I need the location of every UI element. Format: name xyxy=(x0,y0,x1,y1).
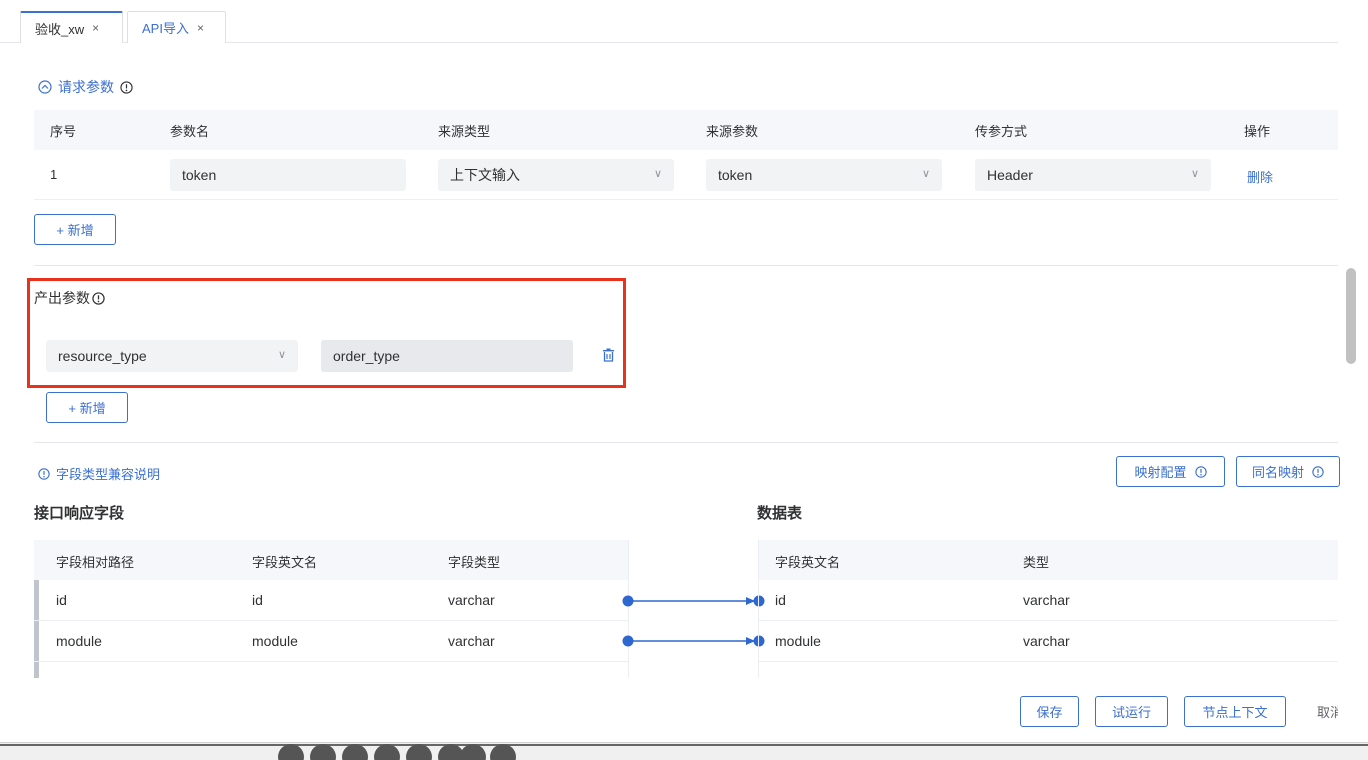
delete-link[interactable]: 删除 xyxy=(1247,167,1273,186)
header-action: 操作 xyxy=(1244,123,1271,139)
tab-label: API导入 xyxy=(142,21,189,36)
request-params-table: 序号 参数名 来源类型 来源参数 传参方式 操作 1 token 上下文输入 ∨ … xyxy=(34,110,1338,200)
header-pass-method: 传参方式 xyxy=(975,123,1028,139)
cell-type: varchar xyxy=(448,592,495,608)
cell-path: id xyxy=(56,592,67,608)
data-table: 字段英文名 类型 id varchar module varchar xyxy=(758,540,1338,678)
param-name-input[interactable]: token xyxy=(170,159,406,191)
scrollbar-track[interactable] xyxy=(1338,0,1368,742)
table-row: 1 token 上下文输入 ∨ token ∨ Header ∨ 删除 xyxy=(34,150,1338,200)
cell-name: id xyxy=(775,592,786,608)
pass-method-select[interactable]: Header ∨ xyxy=(975,159,1211,191)
header-en-name: 字段英文名 xyxy=(775,555,841,570)
mapping-config-button[interactable]: 映射配置 xyxy=(1116,456,1225,487)
trial-run-button[interactable]: 试运行 xyxy=(1095,696,1168,727)
header-source-type: 来源类型 xyxy=(438,123,491,139)
request-params-title: 请求参数 xyxy=(58,79,114,95)
table-row: module varchar xyxy=(759,621,1338,662)
table-row: id varchar xyxy=(759,580,1338,621)
table-header: 序号 参数名 来源类型 来源参数 传参方式 操作 xyxy=(34,110,1338,150)
scrollbar-thumb[interactable] xyxy=(1346,268,1356,364)
info-icon xyxy=(38,467,50,480)
mapping-config-label: 映射配置 xyxy=(1134,465,1187,480)
cell-type: varchar xyxy=(1023,592,1070,608)
mapping-line-id[interactable] xyxy=(622,595,765,607)
header-path: 字段相对路径 xyxy=(56,555,135,570)
pass-method-value: Header xyxy=(987,167,1033,183)
source-type-select[interactable]: 上下文输入 ∨ xyxy=(438,159,674,191)
cell-name: module xyxy=(775,633,821,649)
save-button[interactable]: 保存 xyxy=(1020,696,1079,727)
cell-name: module xyxy=(252,633,298,649)
mapping-connectors xyxy=(622,595,765,647)
add-request-param-button[interactable]: + 新增 xyxy=(34,214,116,245)
header-index: 序号 xyxy=(50,123,77,139)
same-name-mapping-button[interactable]: 同名映射 xyxy=(1236,456,1340,487)
table-header: 字段英文名 类型 xyxy=(759,540,1338,580)
same-name-mapping-label: 同名映射 xyxy=(1251,465,1304,480)
close-icon[interactable]: × xyxy=(197,21,204,35)
compat-note-text: 字段类型兼容说明 xyxy=(56,467,161,482)
header-source-param: 来源参数 xyxy=(706,123,759,139)
cell-name: id xyxy=(252,592,263,608)
tab-bar: 验收_xw × API导入 × xyxy=(0,0,1338,43)
bottom-line xyxy=(0,744,1368,746)
cell-type: varchar xyxy=(448,633,495,649)
cancel-button[interactable]: 取消 xyxy=(1300,696,1338,727)
source-param-select[interactable]: token ∨ xyxy=(706,159,942,191)
chevron-up-circle-icon xyxy=(38,80,52,94)
api-fields-table: 字段相对路径 字段英文名 字段类型 id id varchar module m… xyxy=(34,540,629,678)
mapping-line-module[interactable] xyxy=(622,635,765,647)
header-type: 字段类型 xyxy=(448,555,501,570)
table-header: 字段相对路径 字段英文名 字段类型 xyxy=(34,540,628,580)
tab-acceptance[interactable]: 验收_xw × xyxy=(20,11,123,43)
data-table-title: 数据表 xyxy=(757,505,803,522)
node-context-button[interactable]: 节点上下文 xyxy=(1184,696,1286,727)
source-param-value: token xyxy=(718,167,753,183)
info-icon xyxy=(1312,465,1324,478)
header-param-name: 参数名 xyxy=(170,123,210,139)
api-fields-title: 接口响应字段 xyxy=(34,505,125,522)
add-output-param-button[interactable]: + 新增 xyxy=(46,392,128,423)
chevron-down-icon: ∨ xyxy=(1190,168,1199,180)
chevron-down-icon: ∨ xyxy=(653,168,662,180)
chevron-down-icon: ∨ xyxy=(921,168,930,180)
cell-path: module xyxy=(56,633,102,649)
table-row: id id varchar xyxy=(34,580,628,621)
info-icon[interactable] xyxy=(120,80,133,94)
request-params-toggle[interactable]: 请求参数 xyxy=(38,77,133,97)
cell-type: varchar xyxy=(1023,633,1070,649)
info-icon xyxy=(1194,465,1207,478)
close-icon[interactable]: × xyxy=(92,21,99,35)
tab-api-import[interactable]: API导入 × xyxy=(127,11,226,43)
header-type: 类型 xyxy=(1023,555,1050,570)
divider xyxy=(34,265,1338,266)
tab-label: 验收_xw xyxy=(35,21,85,37)
compat-note-link[interactable]: 字段类型兼容说明 xyxy=(38,464,160,483)
source-type-value: 上下文输入 xyxy=(450,167,520,183)
divider xyxy=(34,442,1338,443)
param-name-value: token xyxy=(182,167,217,183)
table-row: module module varchar xyxy=(34,621,628,662)
highlight-box xyxy=(27,278,626,388)
row-index: 1 xyxy=(50,167,58,182)
header-en-name: 字段英文名 xyxy=(252,555,318,570)
cancel-label: 取消 xyxy=(1317,705,1338,720)
